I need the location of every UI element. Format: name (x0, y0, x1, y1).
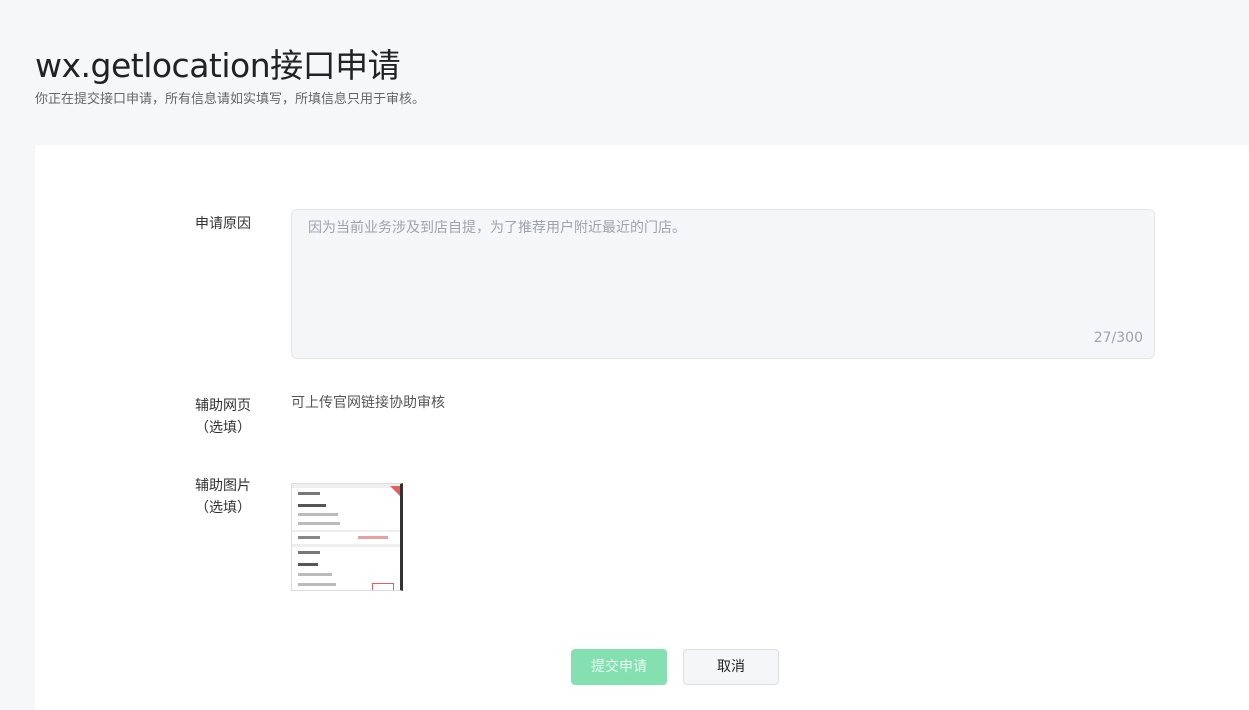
thumb-line (298, 522, 340, 525)
image-label-line1: 辅助图片 (195, 478, 251, 494)
thumb-line (298, 504, 326, 507)
page-title: wx.getlocation接口申请 (35, 46, 401, 85)
image-label: 辅助图片 （选填） (183, 475, 263, 519)
page-header: wx.getlocation接口申请 你正在提交接口申请，所有信息请如实填写，所… (35, 44, 425, 108)
webpage-label-line1: 辅助网页 (195, 398, 251, 414)
webpage-label-line2: （选填） (195, 420, 251, 436)
reason-textarea[interactable]: 因为当前业务涉及到店自提，为了推荐用户附近最近的门店。 27/300 (291, 209, 1155, 359)
thumb-line (298, 513, 338, 516)
image-label-line2: （选填） (195, 500, 251, 516)
reason-char-counter: 27/300 (1093, 330, 1143, 346)
thumb-divider (292, 544, 400, 547)
reason-label: 申请原因 (183, 213, 263, 235)
cancel-button[interactable]: 取消 (683, 649, 779, 685)
thumb-line (298, 583, 336, 586)
thumb-line (298, 573, 332, 576)
thumb-line (298, 536, 320, 539)
webpage-label: 辅助网页 （选填） (183, 395, 263, 439)
thumb-line (298, 563, 318, 566)
application-form-card: 申请原因 因为当前业务涉及到店自提，为了推荐用户附近最近的门店。 27/300 … (35, 145, 1249, 710)
reason-placeholder: 因为当前业务涉及到店自提，为了推荐用户附近最近的门店。 (308, 220, 686, 236)
auxiliary-image-thumbnail[interactable] (291, 483, 403, 591)
submit-button[interactable]: 提交申请 (571, 649, 667, 685)
thumb-line (298, 551, 320, 554)
webpage-hint[interactable]: 可上传官网链接协助审核 (291, 393, 445, 413)
thumb-line (298, 492, 320, 495)
thumb-header-band (292, 484, 400, 488)
page-subtitle: 你正在提交接口申请，所有信息请如实填写，所填信息只用于审核。 (35, 92, 426, 107)
thumb-line (358, 536, 388, 539)
thumb-divider (292, 530, 400, 532)
thumb-corner-mark (390, 486, 400, 496)
thumb-red-box (372, 583, 394, 590)
reason-label-text: 申请原因 (195, 216, 251, 232)
